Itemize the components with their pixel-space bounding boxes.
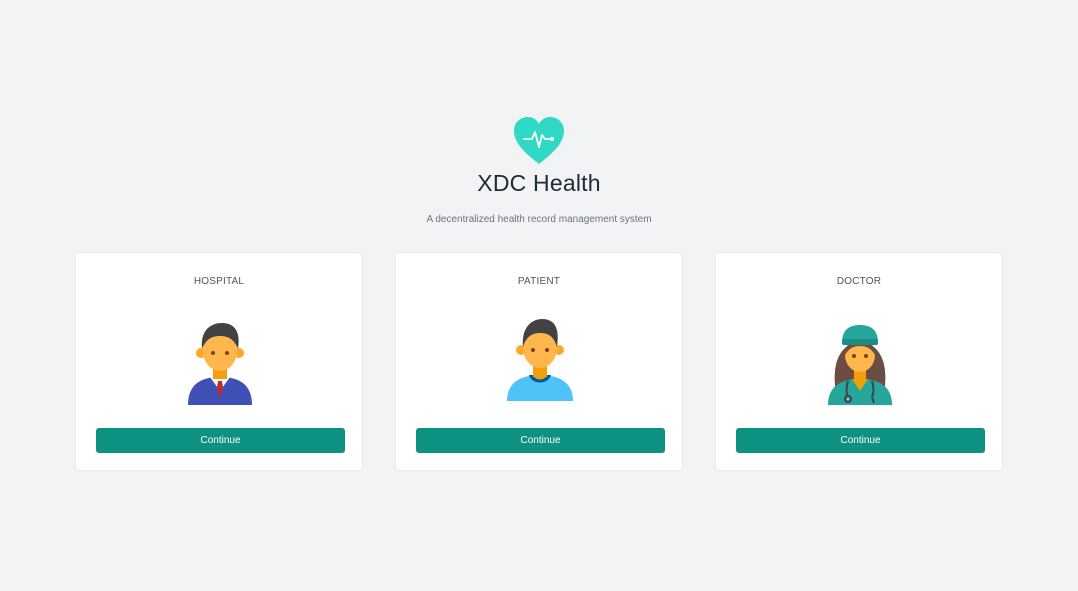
role-cards: HOSPITAL Continue PATIENT Continue DOCTO… [75, 252, 1005, 473]
patient-avatar-icon [507, 319, 573, 401]
app-subtitle: A decentralized health record management… [426, 214, 652, 225]
continue-button-patient[interactable]: Continue [416, 428, 665, 453]
role-title-hospital: HOSPITAL [193, 276, 245, 287]
continue-button-hospital[interactable]: Continue [96, 428, 345, 453]
doctor-avatar-icon [828, 325, 892, 405]
role-title-patient: PATIENT [517, 276, 561, 287]
role-card-patient: PATIENT Continue [395, 252, 683, 471]
role-card-doctor: DOCTOR Continue [715, 252, 1003, 471]
app-title: XDC Health [477, 170, 601, 196]
heart-pulse-icon [514, 117, 564, 164]
role-title-doctor: DOCTOR [836, 276, 882, 287]
hospital-admin-avatar-icon [188, 323, 252, 405]
brand-header: XDC Health A decentralized health record… [0, 116, 1078, 227]
continue-button-doctor[interactable]: Continue [736, 428, 985, 453]
role-card-hospital: HOSPITAL Continue [75, 252, 363, 471]
